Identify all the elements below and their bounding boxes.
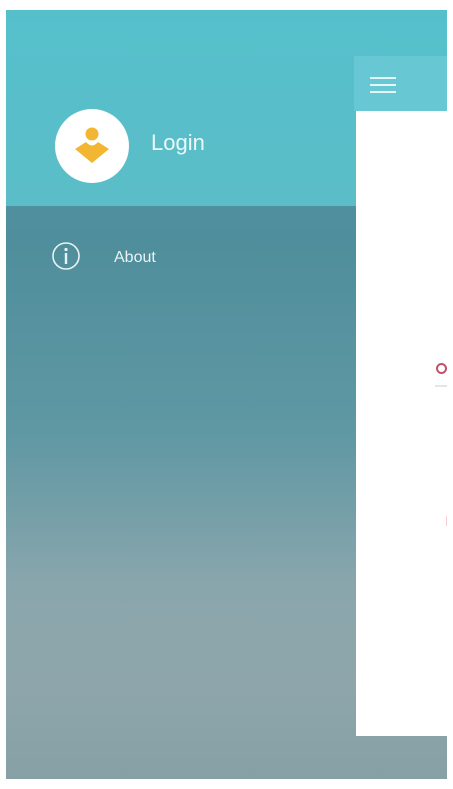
status-dot bbox=[436, 363, 447, 374]
app-content bbox=[356, 111, 447, 736]
drawer-item-about[interactable]: About bbox=[50, 240, 350, 276]
user-icon bbox=[75, 127, 109, 163]
app-toolbar bbox=[354, 56, 447, 111]
app-screen: Login About bbox=[6, 10, 447, 779]
user-avatar[interactable] bbox=[55, 109, 129, 183]
info-icon bbox=[52, 242, 80, 270]
placeholder-line bbox=[435, 385, 447, 387]
placeholder-mark bbox=[446, 516, 447, 526]
main-content-panel[interactable] bbox=[354, 56, 447, 736]
drawer-item-label: About bbox=[114, 249, 156, 266]
menu-icon[interactable] bbox=[370, 76, 396, 94]
login-label[interactable]: Login bbox=[151, 130, 205, 156]
